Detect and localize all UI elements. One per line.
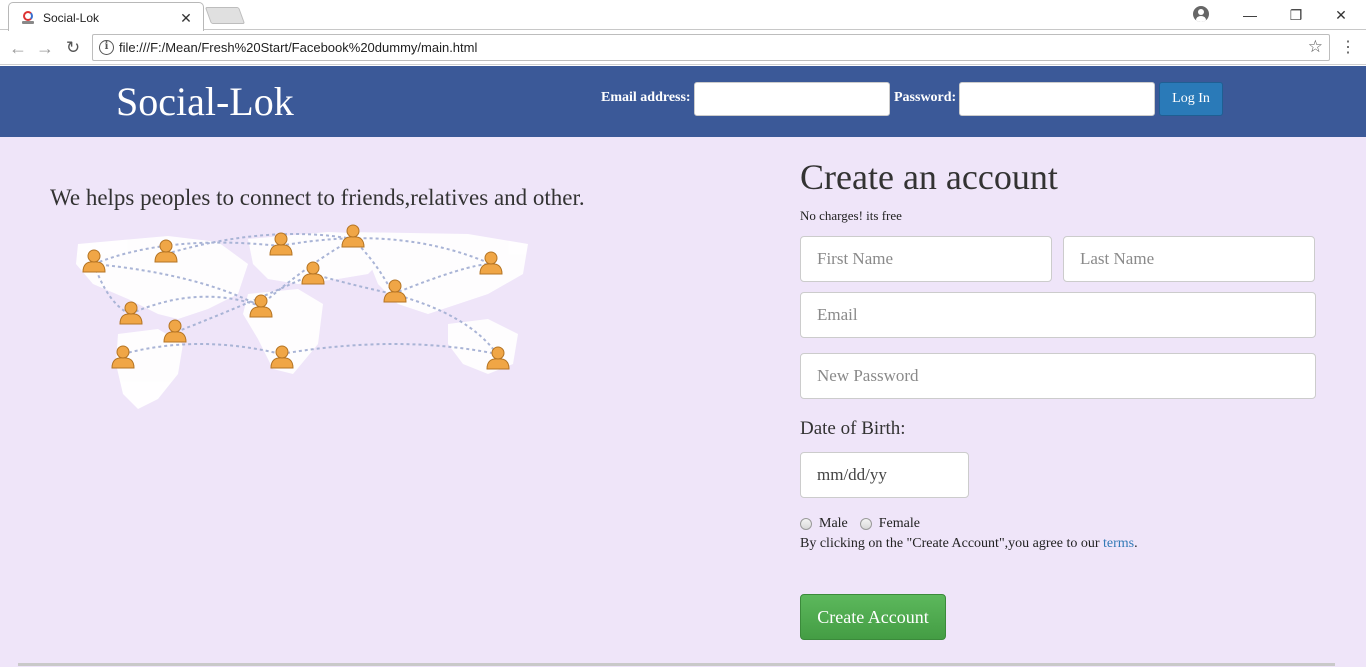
dob-date-input[interactable]: mm/dd/yy [800,452,969,498]
page-divider [18,663,1335,666]
male-radio[interactable] [800,518,812,530]
terms-end: . [1134,536,1138,551]
close-window-button[interactable]: ✕ [1318,0,1364,30]
create-account-button[interactable]: Create Account [800,594,946,640]
minimize-button[interactable]: — [1227,0,1273,30]
last-name-input[interactable] [1063,236,1315,282]
profile-icon[interactable] [1193,6,1209,22]
browser-menu-icon[interactable]: ⋮ [1340,37,1356,59]
female-radio[interactable] [859,518,872,530]
restore-button[interactable]: ❐ [1273,0,1319,30]
world-map-network-image [76,224,528,409]
gender-options: Male Female [800,516,920,532]
email-input[interactable] [800,292,1316,338]
dob-label: Date of Birth: [800,418,906,439]
tab-title: Social-Lok [43,11,100,25]
url-text[interactable]: file:///F:/Mean/Fresh%20Start/Facebook%2… [119,40,477,55]
site-favicon-icon [21,11,35,25]
female-label: Female [878,516,920,531]
brand-logo[interactable]: Social-Lok [116,78,294,125]
browser-tabstrip: Social-Lok ✕ — ❐ ✕ [0,0,1366,31]
terms-notice: By clicking on the "Create Account",you … [800,536,1138,552]
forward-arrow-icon[interactable]: → [34,37,56,59]
terms-text: By clicking on the "Create Account",you … [800,536,1104,551]
new-tab-button[interactable] [204,7,246,24]
bookmark-star-icon[interactable]: ☆ [1308,37,1323,57]
login-button[interactable]: Log In [1159,82,1223,116]
signup-title: Create an account [800,157,1058,197]
first-name-input[interactable] [800,236,1052,282]
login-email-input[interactable] [694,82,890,116]
browser-tab[interactable]: Social-Lok ✕ [8,2,204,31]
male-label: Male [819,516,848,531]
info-icon[interactable]: i [99,40,114,55]
browser-toolbar: ← → ↻ i file:///F:/Mean/Fresh%20Start/Fa… [0,31,1366,65]
back-arrow-icon[interactable]: ← [7,37,29,59]
email-label: Email address: [601,90,691,105]
tab-close-icon[interactable]: ✕ [179,10,193,27]
tagline: We helps peoples to connect to friends,r… [50,185,585,210]
address-bar[interactable]: i file:///F:/Mean/Fresh%20Start/Facebook… [92,34,1330,61]
reload-icon[interactable]: ↻ [62,37,84,59]
terms-link[interactable]: terms [1103,536,1134,551]
new-password-input[interactable] [800,353,1316,399]
signup-subtitle: No charges! its free [800,208,902,223]
password-label: Password: [894,90,957,105]
site-header: Social-Lok Email address: Password: Log … [0,66,1366,137]
login-password-input[interactable] [959,82,1155,116]
page-body: Social-Lok Email address: Password: Log … [0,66,1366,667]
